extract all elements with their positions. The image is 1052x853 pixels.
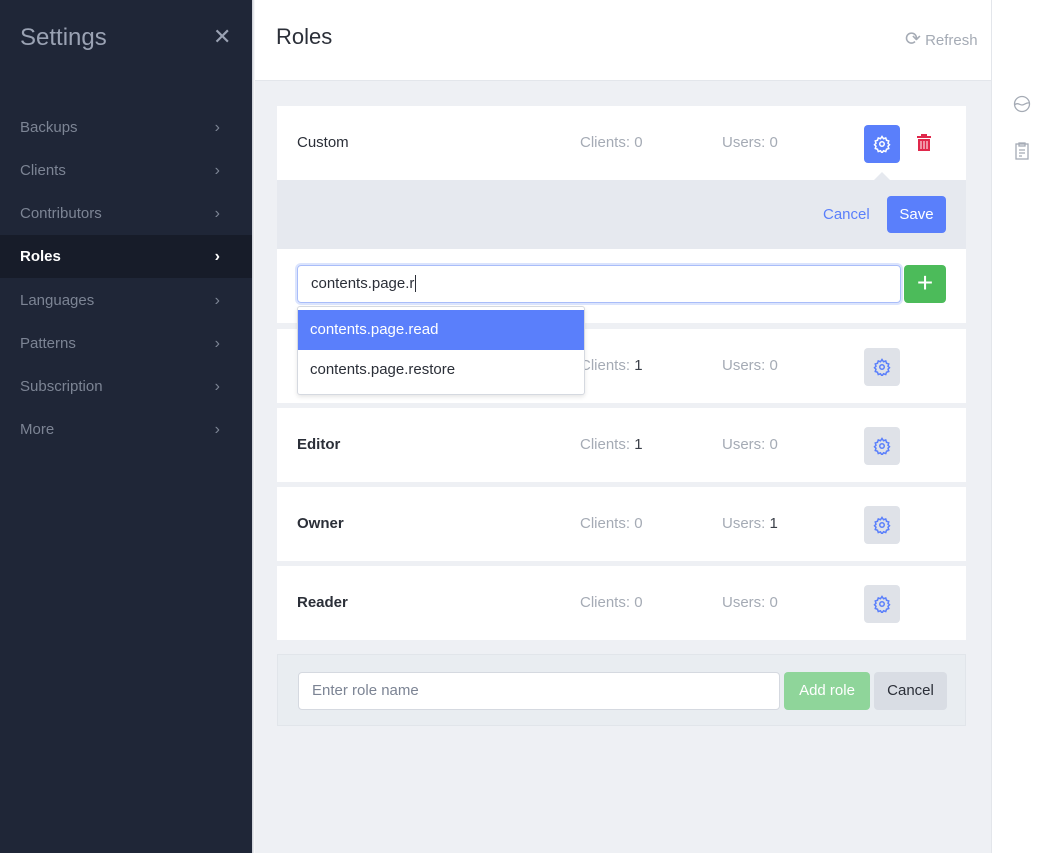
roles-content: Custom Clients: 0 Users: 0 Cancel Save c… (255, 81, 991, 853)
gear-icon (873, 516, 891, 534)
permission-suggestions: contents.page.read contents.page.restore (297, 306, 585, 395)
page-title: Roles (276, 24, 333, 49)
role-row: Custom Clients: 0 Users: 0 (277, 106, 966, 180)
clipboard-icon[interactable] (1013, 142, 1031, 160)
role-name: Owner (297, 515, 344, 532)
chevron-right-icon: › (214, 248, 220, 265)
roles-header: Roles ⟳ Refresh (255, 0, 991, 81)
sidebar-item-label: Languages (20, 292, 95, 309)
close-icon[interactable]: ✕ (213, 24, 231, 50)
users-count: Users: 0 (722, 594, 778, 611)
settings-button[interactable] (864, 427, 900, 465)
sidebar-item-subscription[interactable]: Subscription › (0, 365, 252, 408)
right-rail (991, 0, 1052, 853)
suggestion-item[interactable]: contents.page.read (298, 310, 584, 350)
role-card-editor: Editor Clients: 1 Users: 0 (277, 408, 966, 482)
edit-toolbar: Cancel Save (277, 172, 966, 249)
role-name: Custom (297, 134, 349, 151)
sidebar-item-backups[interactable]: Backups › (0, 106, 252, 149)
role-row: Editor Clients: 1 Users: 0 (277, 408, 966, 482)
save-button[interactable]: Save (887, 196, 946, 233)
refresh-label: Refresh (925, 32, 978, 49)
settings-button[interactable] (864, 585, 900, 623)
refresh-icon: ⟳ (905, 29, 921, 50)
sidebar-item-languages[interactable]: Languages › (0, 279, 252, 322)
sidebar-item-contributors[interactable]: Contributors › (0, 192, 252, 235)
trash-icon (917, 134, 931, 151)
gear-icon (873, 437, 891, 455)
settings-sidebar: Settings ✕ Backups › Clients › Contributor… (0, 0, 252, 853)
settings-button[interactable] (864, 348, 900, 386)
chevron-right-icon: › (214, 119, 220, 136)
sidebar-item-label: Backups (20, 119, 78, 136)
sidebar-item-label: Subscription (20, 378, 103, 395)
role-row: Reader Clients: 0 Users: 0 (277, 566, 966, 640)
sidebar-item-label: Patterns (20, 335, 76, 352)
role-card-custom: Custom Clients: 0 Users: 0 Cancel Save c… (277, 106, 966, 323)
history-icon[interactable] (1013, 95, 1031, 113)
gear-icon (873, 358, 891, 376)
users-count: Users: 0 (722, 134, 778, 151)
users-count: Users: 0 (722, 357, 778, 374)
role-name: Editor (297, 436, 341, 453)
delete-button[interactable] (917, 134, 931, 155)
role-name: Reader (297, 594, 348, 611)
sidebar-title: Settings (20, 24, 107, 51)
sidebar-item-label: More (20, 421, 55, 438)
role-row: Owner Clients: 0 Users: 1 (277, 487, 966, 561)
role-card-owner: Owner Clients: 0 Users: 1 (277, 487, 966, 561)
sidebar-item-roles[interactable]: Roles › (0, 235, 252, 278)
sidebar-item-clients[interactable]: Clients › (0, 149, 252, 192)
gear-icon (873, 135, 891, 153)
sidebar-item-more[interactable]: More › (0, 408, 252, 451)
sidebar-item-label: Clients (20, 162, 66, 179)
clients-count: Clients: 0 (580, 594, 643, 611)
settings-button[interactable] (864, 506, 900, 544)
chevron-right-icon: › (214, 162, 220, 179)
users-count: Users: 1 (722, 515, 778, 532)
chevron-right-icon: › (214, 378, 220, 395)
sidebar-item-label: Contributors (20, 205, 102, 222)
clients-count: Clients: 0 (580, 134, 643, 151)
chevron-right-icon: › (214, 421, 220, 438)
clients-count: Clients: 1 (580, 357, 643, 374)
users-count: Users: 0 (722, 436, 778, 453)
role-card-reader: Reader Clients: 0 Users: 0 (277, 566, 966, 640)
sidebar-item-patterns[interactable]: Patterns › (0, 322, 252, 365)
plus-icon: + (916, 267, 934, 298)
sidebar-item-label: Roles (20, 248, 61, 265)
chevron-right-icon: › (214, 205, 220, 222)
suggestion-item[interactable]: contents.page.restore (298, 350, 584, 390)
clients-count: Clients: 0 (580, 515, 643, 532)
gear-icon (873, 595, 891, 613)
clients-count: Clients: 1 (580, 436, 643, 453)
cancel-button[interactable]: Cancel (823, 206, 870, 223)
role-name-input[interactable]: Enter role name (298, 672, 780, 710)
permission-input[interactable]: contents.page.r (297, 265, 901, 303)
add-permission-button[interactable]: + (904, 265, 946, 303)
chevron-right-icon: › (214, 292, 220, 309)
add-role-button[interactable]: Add role (784, 672, 870, 710)
refresh-button[interactable]: ⟳ Refresh (905, 28, 978, 51)
add-role-form: Enter role name Add role Cancel (277, 654, 966, 726)
settings-button[interactable] (864, 125, 900, 163)
cancel-add-role-button[interactable]: Cancel (874, 672, 947, 710)
chevron-right-icon: › (214, 335, 220, 352)
